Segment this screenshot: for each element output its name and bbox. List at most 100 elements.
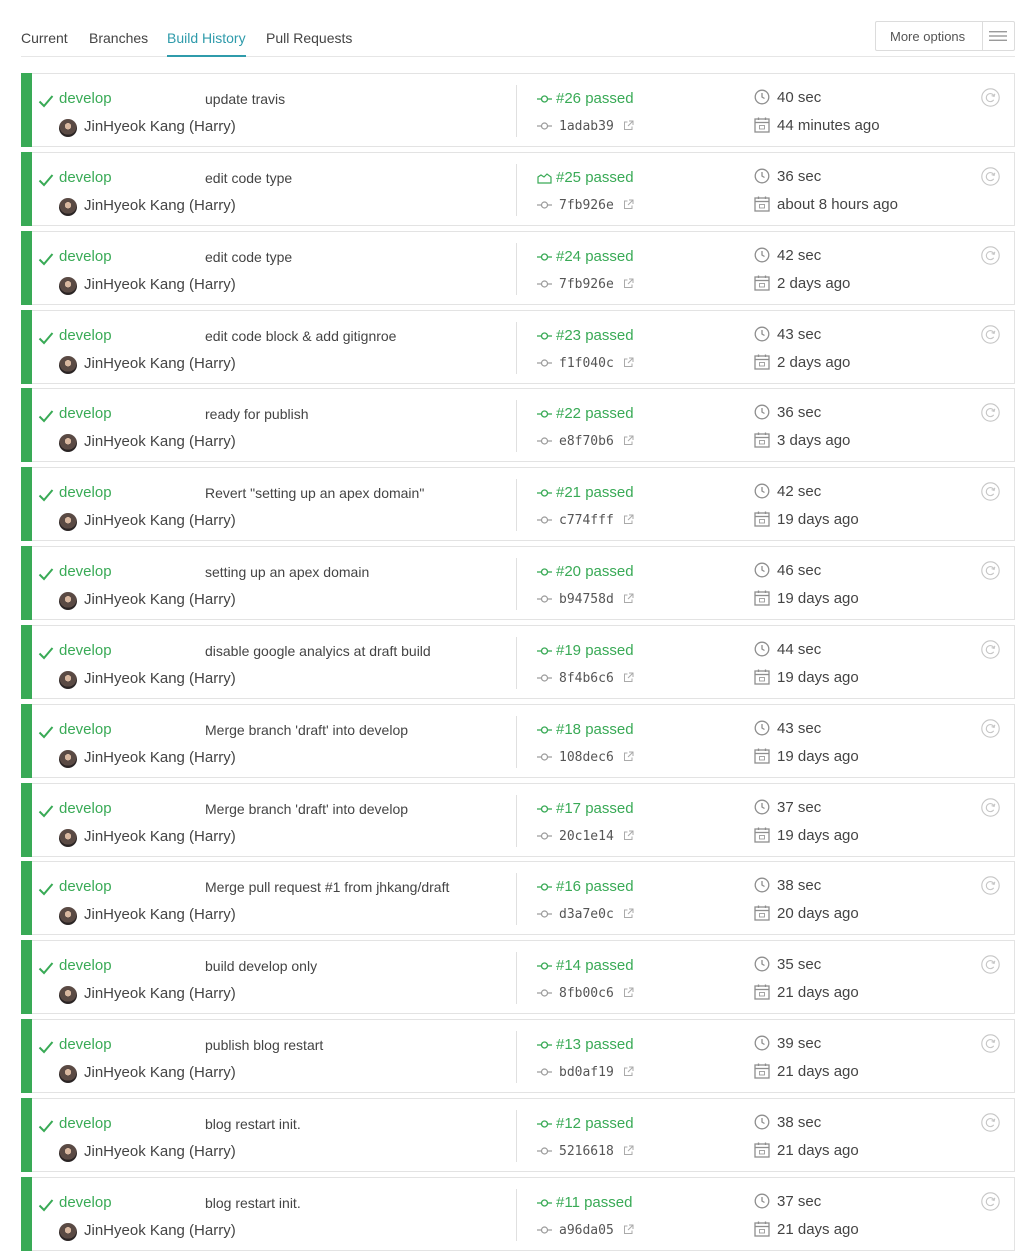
external-link-icon[interactable] bbox=[623, 357, 634, 368]
external-link-icon[interactable] bbox=[623, 672, 634, 683]
commit-sha-link[interactable]: a96da05 bbox=[559, 1223, 614, 1238]
commit-message[interactable]: disable google analyics at draft build bbox=[205, 643, 431, 659]
build-row[interactable]: develop ready for publish JinHyeok Kang … bbox=[21, 388, 1015, 463]
external-link-icon[interactable] bbox=[623, 593, 634, 604]
build-number-link[interactable]: #12 passed bbox=[556, 1115, 634, 1132]
tab-build-history[interactable]: Build History bbox=[167, 30, 246, 57]
restart-build-icon[interactable] bbox=[981, 167, 1000, 186]
build-row[interactable]: develop publish blog restart JinHyeok Ka… bbox=[21, 1019, 1015, 1094]
restart-build-icon[interactable] bbox=[981, 403, 1000, 423]
build-row[interactable]: develop blog restart init. JinHyeok Kang… bbox=[21, 1176, 1015, 1251]
restart-build-icon[interactable] bbox=[981, 482, 1000, 501]
build-row[interactable]: develop edit code block & add gitignroe … bbox=[21, 309, 1015, 384]
branch-name[interactable]: develop bbox=[59, 1036, 112, 1053]
build-number-link[interactable]: #20 passed bbox=[556, 563, 634, 580]
commit-message[interactable]: Merge branch 'draft' into develop bbox=[205, 722, 408, 738]
build-row[interactable]: develop blog restart init. JinHyeok Kang… bbox=[21, 1097, 1015, 1172]
commit-sha-link[interactable]: b94758d bbox=[559, 592, 614, 607]
branch-name[interactable]: develop bbox=[59, 800, 112, 817]
restart-build-icon[interactable] bbox=[981, 955, 1000, 975]
external-link-icon[interactable] bbox=[623, 199, 634, 210]
build-number-link[interactable]: #25 passed bbox=[556, 169, 634, 186]
commit-message[interactable]: Merge branch 'draft' into develop bbox=[205, 801, 408, 817]
branch-name[interactable]: develop bbox=[59, 563, 112, 580]
commit-message[interactable]: Revert "setting up an apex domain" bbox=[205, 485, 424, 501]
build-row[interactable]: develop Merge pull request #1 from jhkan… bbox=[21, 861, 1015, 936]
build-row[interactable]: develop Merge branch 'draft' into develo… bbox=[21, 703, 1015, 778]
build-number-link[interactable]: #16 passed bbox=[556, 878, 634, 895]
restart-build-icon[interactable] bbox=[981, 876, 1000, 896]
restart-build-icon[interactable] bbox=[981, 1113, 1000, 1132]
commit-sha-link[interactable]: 1adab39 bbox=[559, 119, 614, 134]
build-number-link[interactable]: #24 passed bbox=[556, 248, 634, 265]
build-row[interactable]: develop edit code type JinHyeok Kang (Ha… bbox=[21, 230, 1015, 305]
commit-message[interactable]: blog restart init. bbox=[205, 1116, 301, 1132]
external-link-icon[interactable] bbox=[623, 908, 634, 919]
commit-sha-link[interactable]: f1f040c bbox=[559, 356, 614, 371]
restart-build-icon[interactable] bbox=[981, 719, 1000, 738]
build-number-link[interactable]: #13 passed bbox=[556, 1036, 634, 1053]
commit-sha-link[interactable]: 7fb926e bbox=[559, 198, 614, 213]
tab-current[interactable]: Current bbox=[21, 30, 68, 57]
build-row[interactable]: develop Merge branch 'draft' into develo… bbox=[21, 782, 1015, 857]
restart-build-icon[interactable] bbox=[981, 88, 1000, 107]
external-link-icon[interactable] bbox=[623, 514, 634, 525]
branch-name[interactable]: develop bbox=[59, 957, 112, 974]
commit-sha-link[interactable]: bd0af19 bbox=[559, 1065, 614, 1080]
build-number-link[interactable]: #18 passed bbox=[556, 721, 634, 738]
branch-name[interactable]: develop bbox=[59, 169, 112, 186]
external-link-icon[interactable] bbox=[623, 435, 634, 446]
commit-sha-link[interactable]: 8fb00c6 bbox=[559, 986, 614, 1001]
commit-sha-link[interactable]: 20c1e14 bbox=[559, 829, 614, 844]
commit-sha-link[interactable]: d3a7e0c bbox=[559, 907, 614, 922]
commit-message[interactable]: edit code block & add gitignroe bbox=[205, 328, 396, 344]
commit-sha-link[interactable]: 5216618 bbox=[559, 1144, 614, 1159]
build-row[interactable]: develop Revert "setting up an apex domai… bbox=[21, 467, 1015, 542]
external-link-icon[interactable] bbox=[623, 1066, 634, 1077]
build-number-link[interactable]: #11 passed bbox=[556, 1194, 632, 1211]
commit-sha-link[interactable]: e8f70b6 bbox=[559, 434, 614, 449]
branch-name[interactable]: develop bbox=[59, 248, 112, 265]
external-link-icon[interactable] bbox=[623, 830, 634, 841]
build-number-link[interactable]: #14 passed bbox=[556, 957, 634, 974]
branch-name[interactable]: develop bbox=[59, 484, 112, 501]
build-row[interactable]: develop edit code type JinHyeok Kang (Ha… bbox=[21, 151, 1015, 226]
build-number-link[interactable]: #21 passed bbox=[556, 484, 634, 501]
build-row[interactable]: develop setting up an apex domain JinHye… bbox=[21, 546, 1015, 621]
restart-build-icon[interactable] bbox=[981, 245, 1000, 265]
build-number-link[interactable]: #23 passed bbox=[556, 327, 634, 344]
branch-name[interactable]: develop bbox=[59, 327, 112, 344]
commit-message[interactable]: edit code type bbox=[205, 170, 292, 186]
commit-message[interactable]: Merge pull request #1 from jhkang/draft bbox=[205, 879, 449, 895]
build-number-link[interactable]: #19 passed bbox=[556, 642, 634, 659]
external-link-icon[interactable] bbox=[623, 1224, 634, 1235]
build-row[interactable]: develop disable google analyics at draft… bbox=[21, 624, 1015, 699]
branch-name[interactable]: develop bbox=[59, 90, 112, 107]
build-row[interactable]: develop build develop only JinHyeok Kang… bbox=[21, 940, 1015, 1015]
commit-message[interactable]: setting up an apex domain bbox=[205, 564, 369, 580]
restart-build-icon[interactable] bbox=[981, 797, 1000, 817]
tab-branches[interactable]: Branches bbox=[89, 30, 148, 57]
external-link-icon[interactable] bbox=[623, 987, 634, 998]
branch-name[interactable]: develop bbox=[59, 721, 112, 738]
restart-build-icon[interactable] bbox=[981, 561, 1000, 580]
build-number-link[interactable]: #22 passed bbox=[556, 405, 634, 422]
restart-build-icon[interactable] bbox=[981, 1192, 1000, 1211]
branch-name[interactable]: develop bbox=[59, 405, 112, 422]
commit-message[interactable]: blog restart init. bbox=[205, 1195, 301, 1211]
commit-message[interactable]: update travis bbox=[205, 91, 285, 107]
build-row[interactable]: develop update travis JinHyeok Kang (Har… bbox=[21, 73, 1015, 147]
restart-build-icon[interactable] bbox=[981, 1034, 1000, 1053]
commit-message[interactable]: edit code type bbox=[205, 249, 292, 265]
branch-name[interactable]: develop bbox=[59, 642, 112, 659]
restart-build-icon[interactable] bbox=[981, 640, 1000, 659]
commit-message[interactable]: ready for publish bbox=[205, 406, 309, 422]
restart-build-icon[interactable] bbox=[981, 324, 1000, 344]
commit-sha-link[interactable]: c774fff bbox=[559, 513, 614, 528]
build-number-link[interactable]: #26 passed bbox=[556, 90, 634, 107]
commit-sha-link[interactable]: 108dec6 bbox=[559, 750, 614, 765]
external-link-icon[interactable] bbox=[623, 1145, 634, 1156]
branch-name[interactable]: develop bbox=[59, 878, 112, 895]
external-link-icon[interactable] bbox=[623, 278, 634, 289]
branch-name[interactable]: develop bbox=[59, 1115, 112, 1132]
